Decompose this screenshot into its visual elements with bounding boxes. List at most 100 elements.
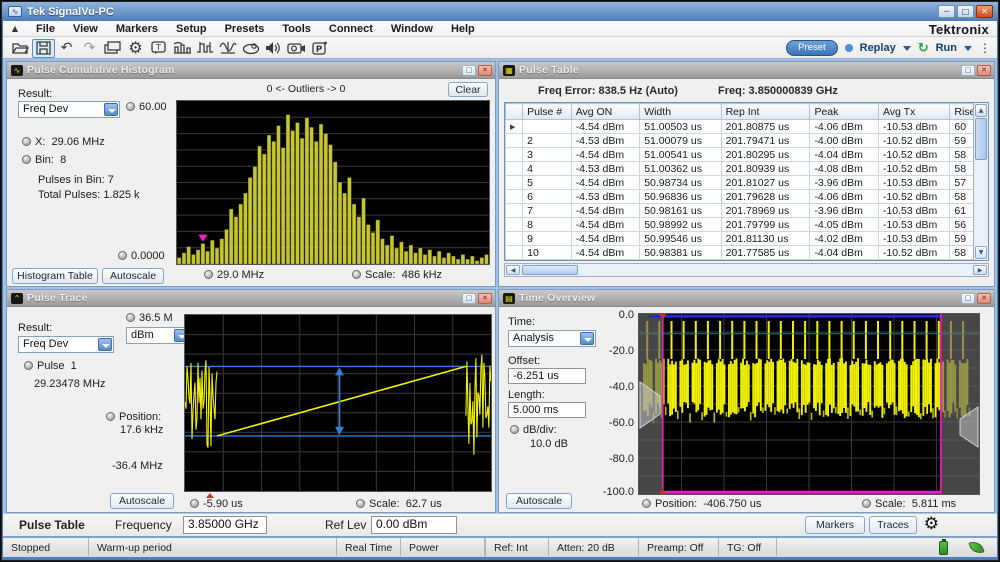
adjust-knob-icon[interactable] xyxy=(352,270,361,279)
dbdiv-label[interactable]: dB/div: xyxy=(510,424,557,436)
cell[interactable]: -4.53 dBm xyxy=(571,134,640,148)
table-row[interactable]: 9-4.54 dBm50.99546 us201.81130 us-4.02 d… xyxy=(506,232,988,246)
table-row[interactable]: 6-4.53 dBm50.96836 us201.79628 us-4.06 d… xyxy=(506,190,988,204)
cell[interactable]: 7 xyxy=(523,204,572,218)
row-selector[interactable] xyxy=(506,134,523,148)
row-selector[interactable] xyxy=(506,148,523,162)
pulse-trace-chart[interactable] xyxy=(185,315,491,491)
row-selector[interactable] xyxy=(506,176,523,190)
table-row[interactable]: 5-4.54 dBm50.98734 us201.81027 us-3.96 d… xyxy=(506,176,988,190)
menu-help[interactable]: Help xyxy=(442,23,484,35)
cell[interactable]: -10.53 dBm xyxy=(878,204,949,218)
cell[interactable]: -4.54 dBm xyxy=(571,120,640,134)
column-header-rep-int[interactable]: Rep Int xyxy=(721,104,810,120)
histogram-panel-titlebar[interactable]: ∿ Pulse Cumulative Histogram □ ✕ xyxy=(7,62,495,79)
scroll-left-icon[interactable]: ◀ xyxy=(506,265,520,275)
cell[interactable]: -4.04 dBm xyxy=(810,246,879,260)
row-selector[interactable] xyxy=(506,246,523,260)
cell[interactable]: -4.54 dBm xyxy=(571,204,640,218)
time-overview-chart[interactable] xyxy=(639,314,979,494)
collapse-menu-icon[interactable]: ▲ xyxy=(3,24,27,33)
adjust-knob-icon[interactable] xyxy=(106,412,115,421)
text-marker-icon[interactable]: T xyxy=(147,39,170,58)
dial-knob-icon[interactable] xyxy=(239,39,262,58)
cell[interactable]: 50.98992 us xyxy=(640,218,721,232)
adjust-knob-icon[interactable] xyxy=(126,102,135,111)
table-row[interactable]: ▶1-4.54 dBm51.00503 us201.80875 us-4.06 … xyxy=(506,120,988,134)
cell[interactable]: 201.81027 us xyxy=(721,176,810,190)
vertical-scrollbar[interactable]: ▲ ▼ xyxy=(973,103,988,260)
column-header-peak[interactable]: Peak xyxy=(810,104,879,120)
cell[interactable]: -10.52 dBm xyxy=(878,190,949,204)
cell[interactable]: 50.98161 us xyxy=(640,204,721,218)
x-scale-label[interactable]: Scale: 62.7 us xyxy=(356,498,442,510)
x-axis-start-label[interactable]: -5.90 us xyxy=(190,498,243,510)
adjust-knob-icon[interactable] xyxy=(22,155,31,164)
cell[interactable]: 51.00362 us xyxy=(640,162,721,176)
play-marker-icon[interactable]: P xyxy=(308,39,331,58)
table-row[interactable]: 4-4.53 dBm51.00362 us201.80939 us-4.08 d… xyxy=(506,162,988,176)
cell[interactable]: 201.80295 us xyxy=(721,148,810,162)
cell[interactable]: 51.00079 us xyxy=(640,134,721,148)
x-scale-label[interactable]: Scale: 486 kHz xyxy=(352,269,442,281)
adjust-knob-icon[interactable] xyxy=(118,251,127,260)
table-row[interactable]: 3-4.54 dBm51.00541 us201.80295 us-4.04 d… xyxy=(506,148,988,162)
column-header-width[interactable]: Width xyxy=(640,104,721,120)
scroll-down-icon[interactable]: ▼ xyxy=(975,246,987,259)
row-selector[interactable] xyxy=(506,232,523,246)
cell[interactable]: -4.06 dBm xyxy=(810,190,879,204)
camera-icon[interactable] xyxy=(285,39,308,58)
clear-button[interactable]: Clear xyxy=(448,82,488,97)
settings-gear-icon[interactable]: ⚙ xyxy=(124,39,147,58)
undo-icon[interactable]: ↶ xyxy=(55,39,78,58)
column-header-avg-on[interactable]: Avg ON xyxy=(571,104,640,120)
pulse-trace-icon[interactable] xyxy=(193,39,216,58)
cell[interactable]: -4.04 dBm xyxy=(810,148,879,162)
table-row[interactable]: 7-4.54 dBm50.98161 us201.78969 us-3.96 d… xyxy=(506,204,988,218)
scroll-right-icon[interactable]: ▶ xyxy=(973,265,987,275)
menu-markers[interactable]: Markers xyxy=(107,23,167,35)
cell[interactable]: 5 xyxy=(523,176,572,190)
menu-presets[interactable]: Presets xyxy=(216,23,274,35)
x-scale-label[interactable]: Scale: 5.811 ms xyxy=(862,498,956,510)
menu-window[interactable]: Window xyxy=(382,23,442,35)
cell[interactable]: -4.06 dBm xyxy=(810,120,879,134)
autoscale-button[interactable]: Autoscale xyxy=(110,493,174,509)
menu-setup[interactable]: Setup xyxy=(167,23,216,35)
frequency-input[interactable]: 3.85000 GHz xyxy=(183,516,267,534)
cell[interactable]: -4.53 dBm xyxy=(571,190,640,204)
cell[interactable]: 201.80939 us xyxy=(721,162,810,176)
adjust-knob-icon[interactable] xyxy=(22,137,31,146)
cell[interactable]: 8 xyxy=(523,218,572,232)
analysis-wave-icon[interactable] xyxy=(216,39,239,58)
panel-close-icon[interactable]: ✕ xyxy=(478,293,492,304)
minimize-icon[interactable]: ─ xyxy=(938,5,955,18)
display-settings-gear-icon[interactable]: ⚙ xyxy=(924,514,939,534)
row-selector[interactable] xyxy=(506,162,523,176)
position-label[interactable]: Position: xyxy=(106,411,161,423)
run-button[interactable]: Run xyxy=(936,42,957,54)
open-icon[interactable] xyxy=(9,39,32,58)
pulse-trace-panel-titlebar[interactable]: ⌃ Pulse Trace □ ✕ xyxy=(7,290,495,307)
cell[interactable]: -3.96 dBm xyxy=(810,176,879,190)
adjust-knob-icon[interactable] xyxy=(642,499,651,508)
horizontal-scroll-thumb[interactable] xyxy=(522,265,578,275)
cell[interactable]: 9 xyxy=(523,232,572,246)
markers-button[interactable]: Markers xyxy=(805,516,865,534)
result-select[interactable]: Freq Dev xyxy=(18,336,114,353)
maximize-icon[interactable]: □ xyxy=(957,5,974,18)
cell[interactable]: 10 xyxy=(523,246,572,260)
cell[interactable]: 201.79471 us xyxy=(721,134,810,148)
panel-restore-icon[interactable]: □ xyxy=(961,65,975,76)
cell[interactable]: -4.54 dBm xyxy=(571,218,640,232)
autoscale-button[interactable]: Autoscale xyxy=(506,493,572,509)
replay-button[interactable]: Replay xyxy=(860,42,896,54)
cell[interactable]: 51.00541 us xyxy=(640,148,721,162)
close-icon[interactable]: ✕ xyxy=(976,5,993,18)
cell[interactable]: 50.98734 us xyxy=(640,176,721,190)
cell[interactable]: -4.53 dBm xyxy=(571,162,640,176)
adjust-knob-icon[interactable] xyxy=(126,313,135,322)
pulse-table-panel-titlebar[interactable]: ▦ Pulse Table □ ✕ xyxy=(499,62,994,79)
cell[interactable]: 50.98381 us xyxy=(640,246,721,260)
cell[interactable]: -10.53 dBm xyxy=(878,232,949,246)
